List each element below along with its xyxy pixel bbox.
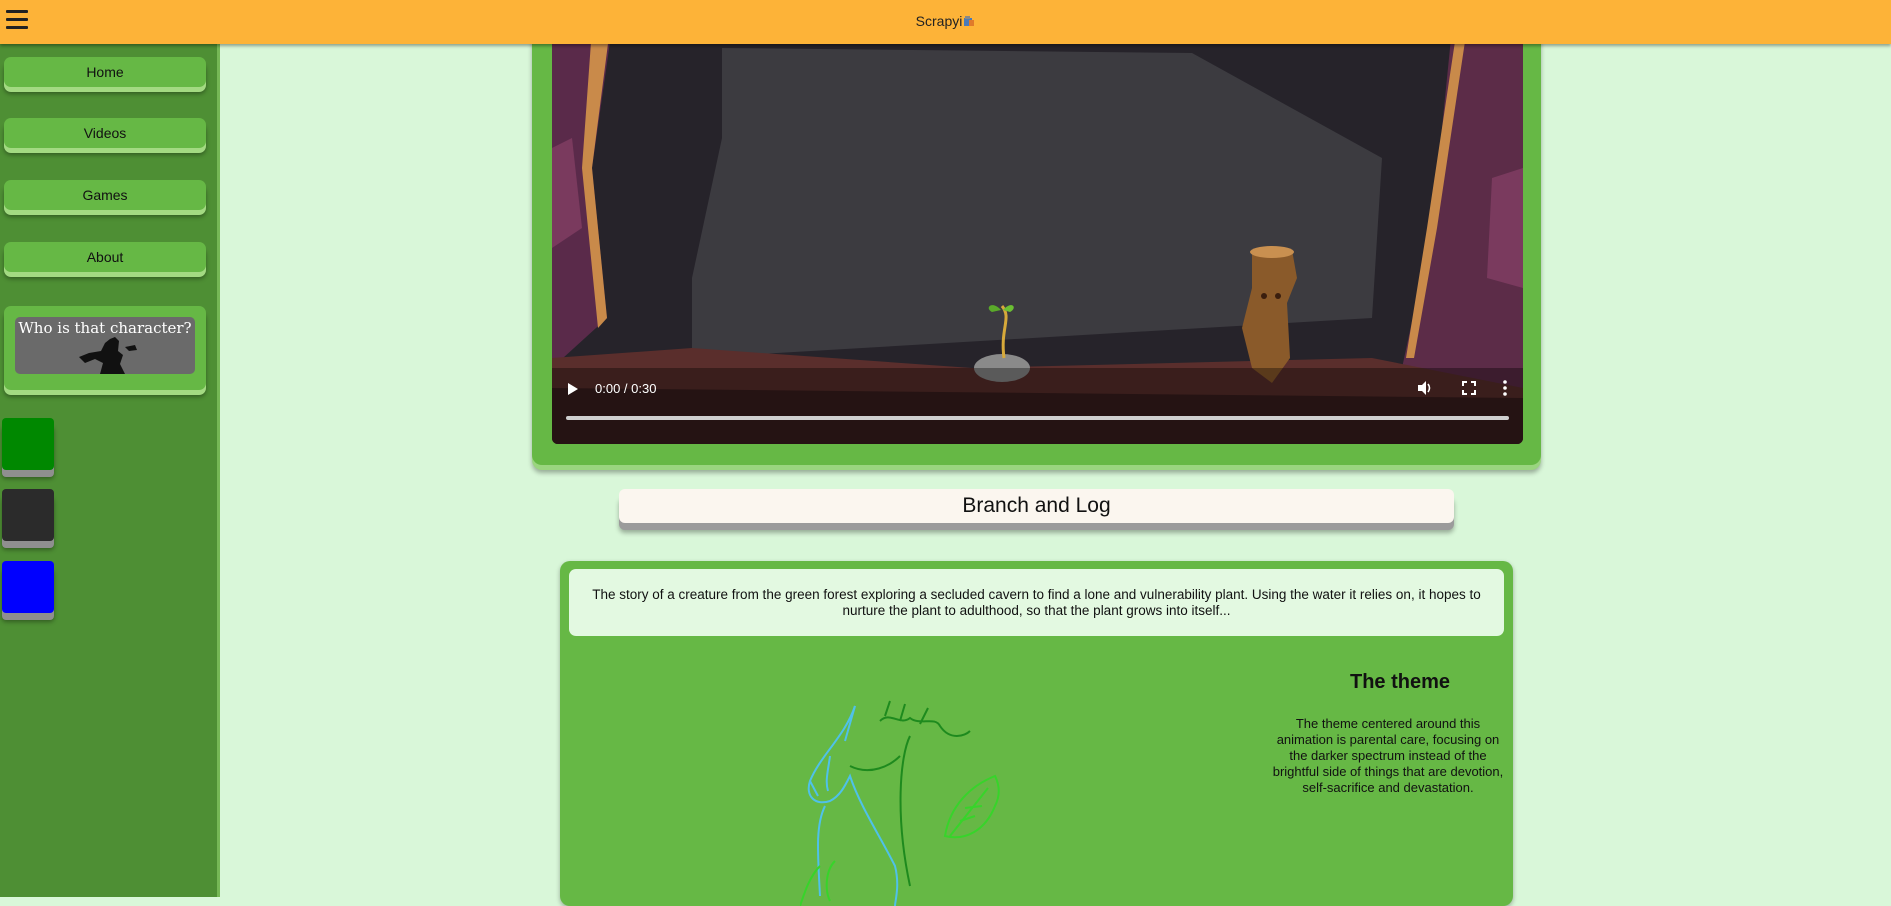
video-time: 0:00 / 0:30 [595, 381, 657, 396]
theme-heading: The theme [1349, 671, 1451, 693]
sidebar-item-label: Games [82, 187, 128, 203]
description-text: The story of a creature from the green f… [592, 587, 1481, 618]
sidebar-item-about[interactable]: About [4, 242, 206, 272]
theme-swatch-dark[interactable] [2, 489, 54, 541]
description-box: The story of a creature from the green f… [569, 569, 1504, 636]
sidebar-item-label: Videos [83, 125, 127, 141]
brand-label: Scrapyi [915, 13, 963, 29]
volume-icon[interactable] [1415, 378, 1435, 398]
site-brand[interactable]: Scrapyi [0, 13, 1891, 29]
video-controls: 0:00 / 0:30 [552, 374, 1523, 434]
play-icon[interactable] [568, 383, 578, 395]
character-sketch-image [800, 700, 1000, 906]
description-panel: The story of a creature from the green f… [560, 561, 1513, 906]
theme-swatch-blue[interactable] [2, 561, 54, 613]
more-options-icon[interactable] [1495, 378, 1515, 398]
character-quiz-card[interactable]: Who is that character? [4, 306, 206, 390]
paint-bucket-icon [964, 16, 975, 26]
theme-text: The theme centered around this animation… [1272, 716, 1504, 795]
video-frame: 0:00 / 0:30 [532, 28, 1541, 465]
character-silhouette-icon [79, 337, 137, 374]
top-bar: Scrapyi [0, 0, 1891, 44]
theme-swatch-green[interactable] [2, 418, 54, 470]
sidebar-item-label: About [86, 249, 124, 265]
character-quiz-image: Who is that character? [15, 317, 195, 374]
sidebar-item-label: Home [86, 64, 124, 80]
sidebar: Home Videos Games About Who is that char… [0, 44, 220, 897]
fullscreen-icon[interactable] [1459, 378, 1479, 398]
sidebar-item-games[interactable]: Games [4, 180, 206, 210]
video-progress-bar[interactable] [566, 416, 1509, 420]
video-player[interactable]: 0:00 / 0:30 [552, 28, 1523, 444]
sidebar-item-home[interactable]: Home [4, 57, 206, 87]
sidebar-item-videos[interactable]: Videos [4, 118, 206, 148]
video-title: Branch and Log [619, 489, 1454, 523]
